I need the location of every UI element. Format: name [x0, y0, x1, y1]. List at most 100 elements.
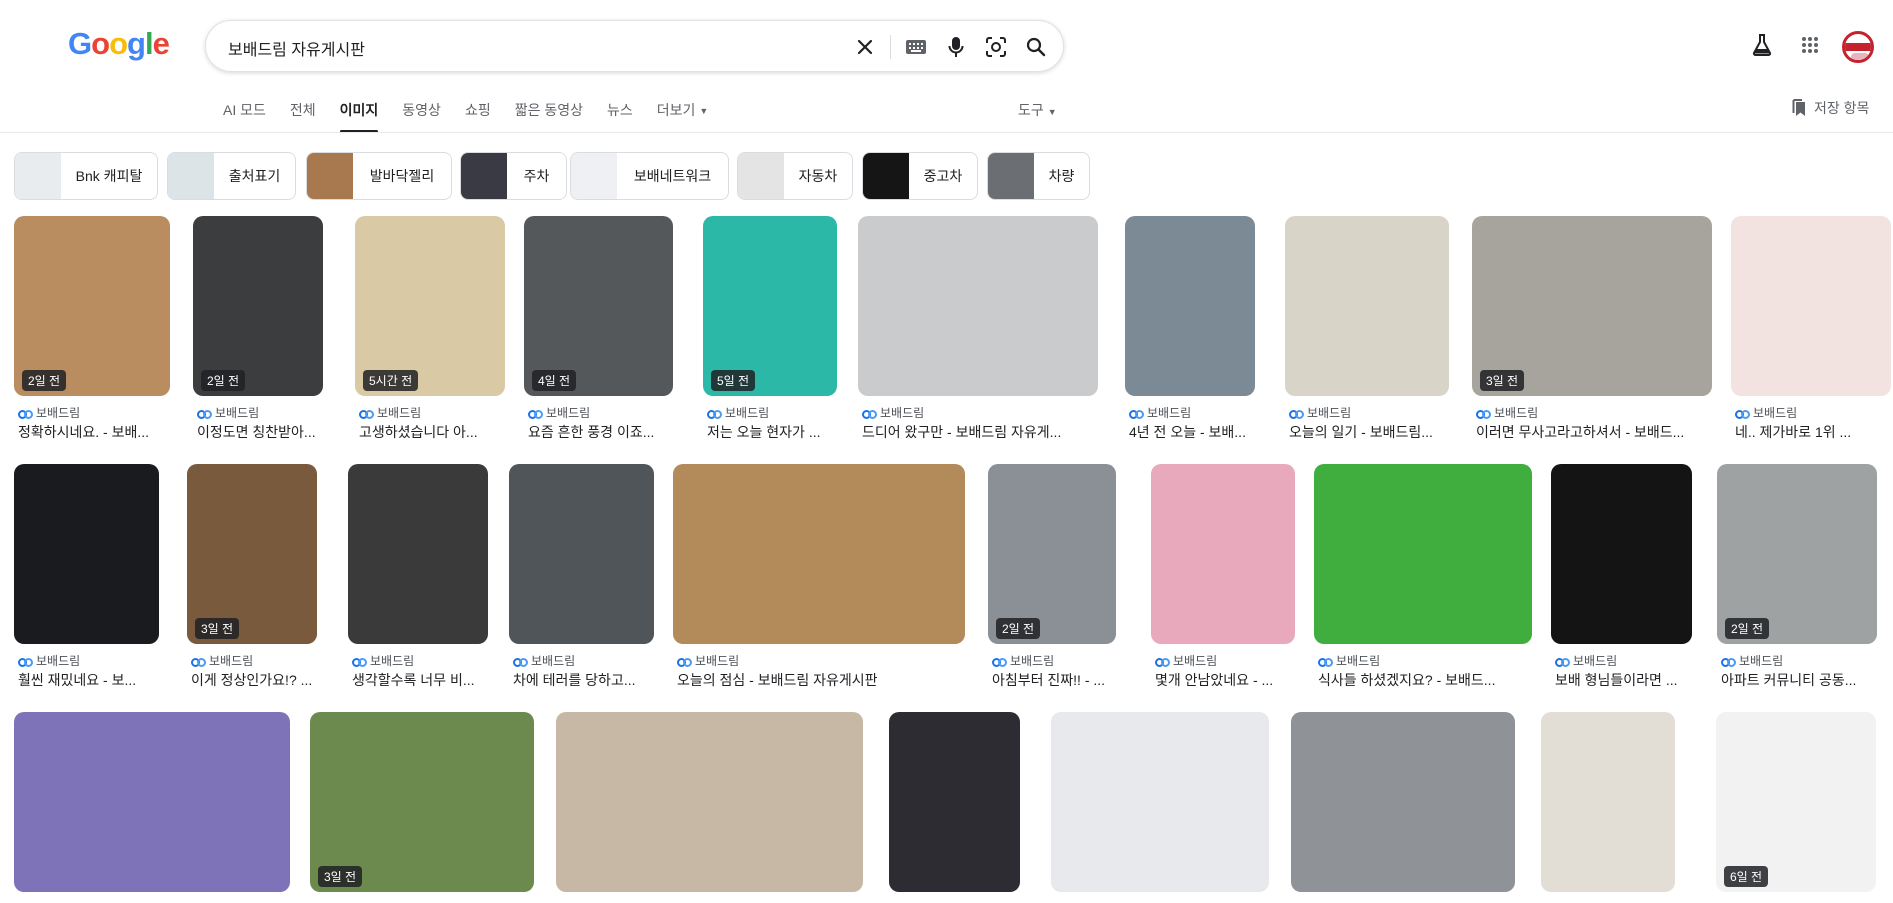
site-favicon-icon [352, 656, 367, 667]
chip-used-car[interactable]: 중고차 [862, 152, 978, 200]
result-title[interactable]: 아침부터 진짜!! - ... [992, 670, 1120, 690]
microphone-icon[interactable] [943, 34, 969, 60]
result-thumbnail[interactable] [673, 464, 965, 644]
tab-more[interactable]: 더보기 ▼ [657, 100, 709, 130]
tab-all[interactable]: 전체 [290, 100, 316, 130]
clear-icon[interactable] [852, 34, 878, 60]
result-source[interactable]: 보배드림 [352, 652, 414, 669]
result-thumbnail[interactable] [14, 216, 170, 396]
result-thumbnail[interactable] [14, 464, 159, 644]
tab-news[interactable]: 뉴스 [607, 100, 633, 130]
result-thumbnail[interactable] [348, 464, 488, 644]
tab-videos[interactable]: 동영상 [402, 100, 441, 130]
chip-car[interactable]: 자동차 [737, 152, 853, 200]
result-thumbnail[interactable] [1551, 464, 1692, 644]
result-thumbnail[interactable] [858, 216, 1098, 396]
result-title[interactable]: 드디어 왔구만 - 보배드림 자유게... [862, 422, 1102, 442]
result-title[interactable]: 네.. 제가바로 1위 ... [1735, 422, 1893, 442]
result-thumbnail[interactable] [509, 464, 654, 644]
result-thumbnail[interactable] [1716, 712, 1876, 892]
result-thumbnail[interactable] [1151, 464, 1295, 644]
result-title[interactable]: 생각할수록 너무 비... [352, 670, 492, 690]
source-name: 보배드림 [1147, 406, 1192, 420]
tools-menu[interactable]: 도구 ▼ [1018, 100, 1057, 120]
chip-bnk-capital[interactable]: Bnk 캐피탈 [14, 152, 158, 200]
result-source[interactable]: 보배드림 [707, 404, 769, 421]
result-title[interactable]: 차에 테러를 당하고... [513, 670, 658, 690]
labs-flask-icon[interactable] [1749, 32, 1775, 58]
result-title[interactable]: 고생하셨습니다 아... [359, 422, 509, 442]
time-badge: 3일 전 [195, 618, 240, 639]
result-title[interactable]: 보배 형님들이라면 ... [1555, 670, 1696, 690]
result-title[interactable]: 식사들 하셨겠지요? - 보배드... [1318, 670, 1536, 690]
result-source[interactable]: 보배드림 [677, 652, 739, 669]
result-thumbnail[interactable] [1717, 464, 1877, 644]
result-source[interactable]: 보배드림 [992, 652, 1054, 669]
result-source[interactable]: 보배드림 [862, 404, 924, 421]
result-source[interactable]: 보배드림 [513, 652, 575, 669]
result-source[interactable]: 보배드림 [528, 404, 590, 421]
result-source[interactable]: 보배드림 [1289, 404, 1351, 421]
result-thumbnail[interactable] [14, 712, 290, 892]
result-thumbnail[interactable] [988, 464, 1116, 644]
result-title[interactable]: 아파트 커뮤니티 공동... [1721, 670, 1881, 690]
result-thumbnail[interactable] [1285, 216, 1449, 396]
result-source[interactable]: 보배드림 [191, 652, 253, 669]
result-source[interactable]: 보배드림 [1735, 404, 1797, 421]
tab-short-videos[interactable]: 짧은 동영상 [515, 100, 583, 130]
chip-parking[interactable]: 주차 [460, 152, 567, 200]
chip-source-notation[interactable]: 출처표기 [167, 152, 296, 200]
result-source[interactable]: 보배드림 [197, 404, 259, 421]
result-thumbnail[interactable] [1291, 712, 1515, 892]
result-title[interactable]: 정확하시네요. - 보배... [18, 422, 174, 442]
search-input[interactable]: 보배드림 자유게시판 [228, 36, 365, 60]
result-thumbnail[interactable] [524, 216, 673, 396]
keyboard-icon[interactable] [903, 34, 929, 60]
chip-paw-pad[interactable]: 발바닥젤리 [306, 152, 452, 200]
tab-images[interactable]: 이미지 [339, 100, 378, 133]
google-logo[interactable]: Google [68, 26, 170, 62]
result-title[interactable]: 훨씬 재밌네요 - 보... [18, 670, 163, 690]
chip-vehicle[interactable]: 차량 [987, 152, 1090, 200]
result-title[interactable]: 요즘 흔한 풍경 이죠... [528, 422, 677, 442]
result-thumbnail[interactable] [355, 216, 505, 396]
lens-camera-icon[interactable] [983, 34, 1009, 60]
result-thumbnail[interactable] [1125, 216, 1255, 396]
result-thumbnail[interactable] [1541, 712, 1675, 892]
result-thumbnail[interactable] [556, 712, 863, 892]
result-thumbnail[interactable] [1731, 216, 1891, 396]
result-source[interactable]: 보배드림 [18, 404, 80, 421]
search-icon[interactable] [1023, 34, 1049, 60]
result-title[interactable]: 오늘의 점심 - 보배드림 자유게시판 [677, 670, 969, 690]
result-title[interactable]: 이게 정상인가요!? ... [191, 670, 321, 690]
result-thumbnail[interactable] [1314, 464, 1532, 644]
tab-ai-mode[interactable]: AI 모드 [223, 100, 266, 130]
search-box[interactable]: 보배드림 자유게시판 [205, 20, 1064, 72]
result-thumbnail[interactable] [187, 464, 317, 644]
result-source[interactable]: 보배드림 [1129, 404, 1191, 421]
result-source[interactable]: 보배드림 [18, 652, 80, 669]
result-title[interactable]: 몇개 안남았네요 - ... [1155, 670, 1299, 690]
result-thumbnail[interactable] [193, 216, 323, 396]
result-title[interactable]: 저는 오늘 현자가 ... [707, 422, 841, 442]
result-thumbnail[interactable] [1472, 216, 1712, 396]
result-source[interactable]: 보배드림 [1476, 404, 1538, 421]
account-avatar[interactable] [1842, 31, 1874, 63]
result-source[interactable]: 보배드림 [359, 404, 421, 421]
result-title[interactable]: 이러면 무사고라고하셔서 - 보배드... [1476, 422, 1716, 442]
chip-bobae-network[interactable]: 보배네트워크 [570, 152, 729, 200]
result-title[interactable]: 4년 전 오늘 - 보배... [1129, 422, 1259, 442]
result-thumbnail[interactable] [703, 216, 837, 396]
saved-items-link[interactable]: 저장 항목 [1792, 98, 1869, 118]
result-source[interactable]: 보배드림 [1155, 652, 1217, 669]
result-title[interactable]: 이정도면 칭찬받아... [197, 422, 327, 442]
result-thumbnail[interactable] [1051, 712, 1269, 892]
result-title[interactable]: 오늘의 일기 - 보배드림... [1289, 422, 1453, 442]
result-source[interactable]: 보배드림 [1721, 652, 1783, 669]
result-source[interactable]: 보배드림 [1555, 652, 1617, 669]
result-source[interactable]: 보배드림 [1318, 652, 1380, 669]
result-thumbnail[interactable] [889, 712, 1020, 892]
result-thumbnail[interactable] [310, 712, 534, 892]
apps-grid-icon[interactable] [1797, 32, 1823, 58]
tab-shopping[interactable]: 쇼핑 [465, 100, 491, 130]
